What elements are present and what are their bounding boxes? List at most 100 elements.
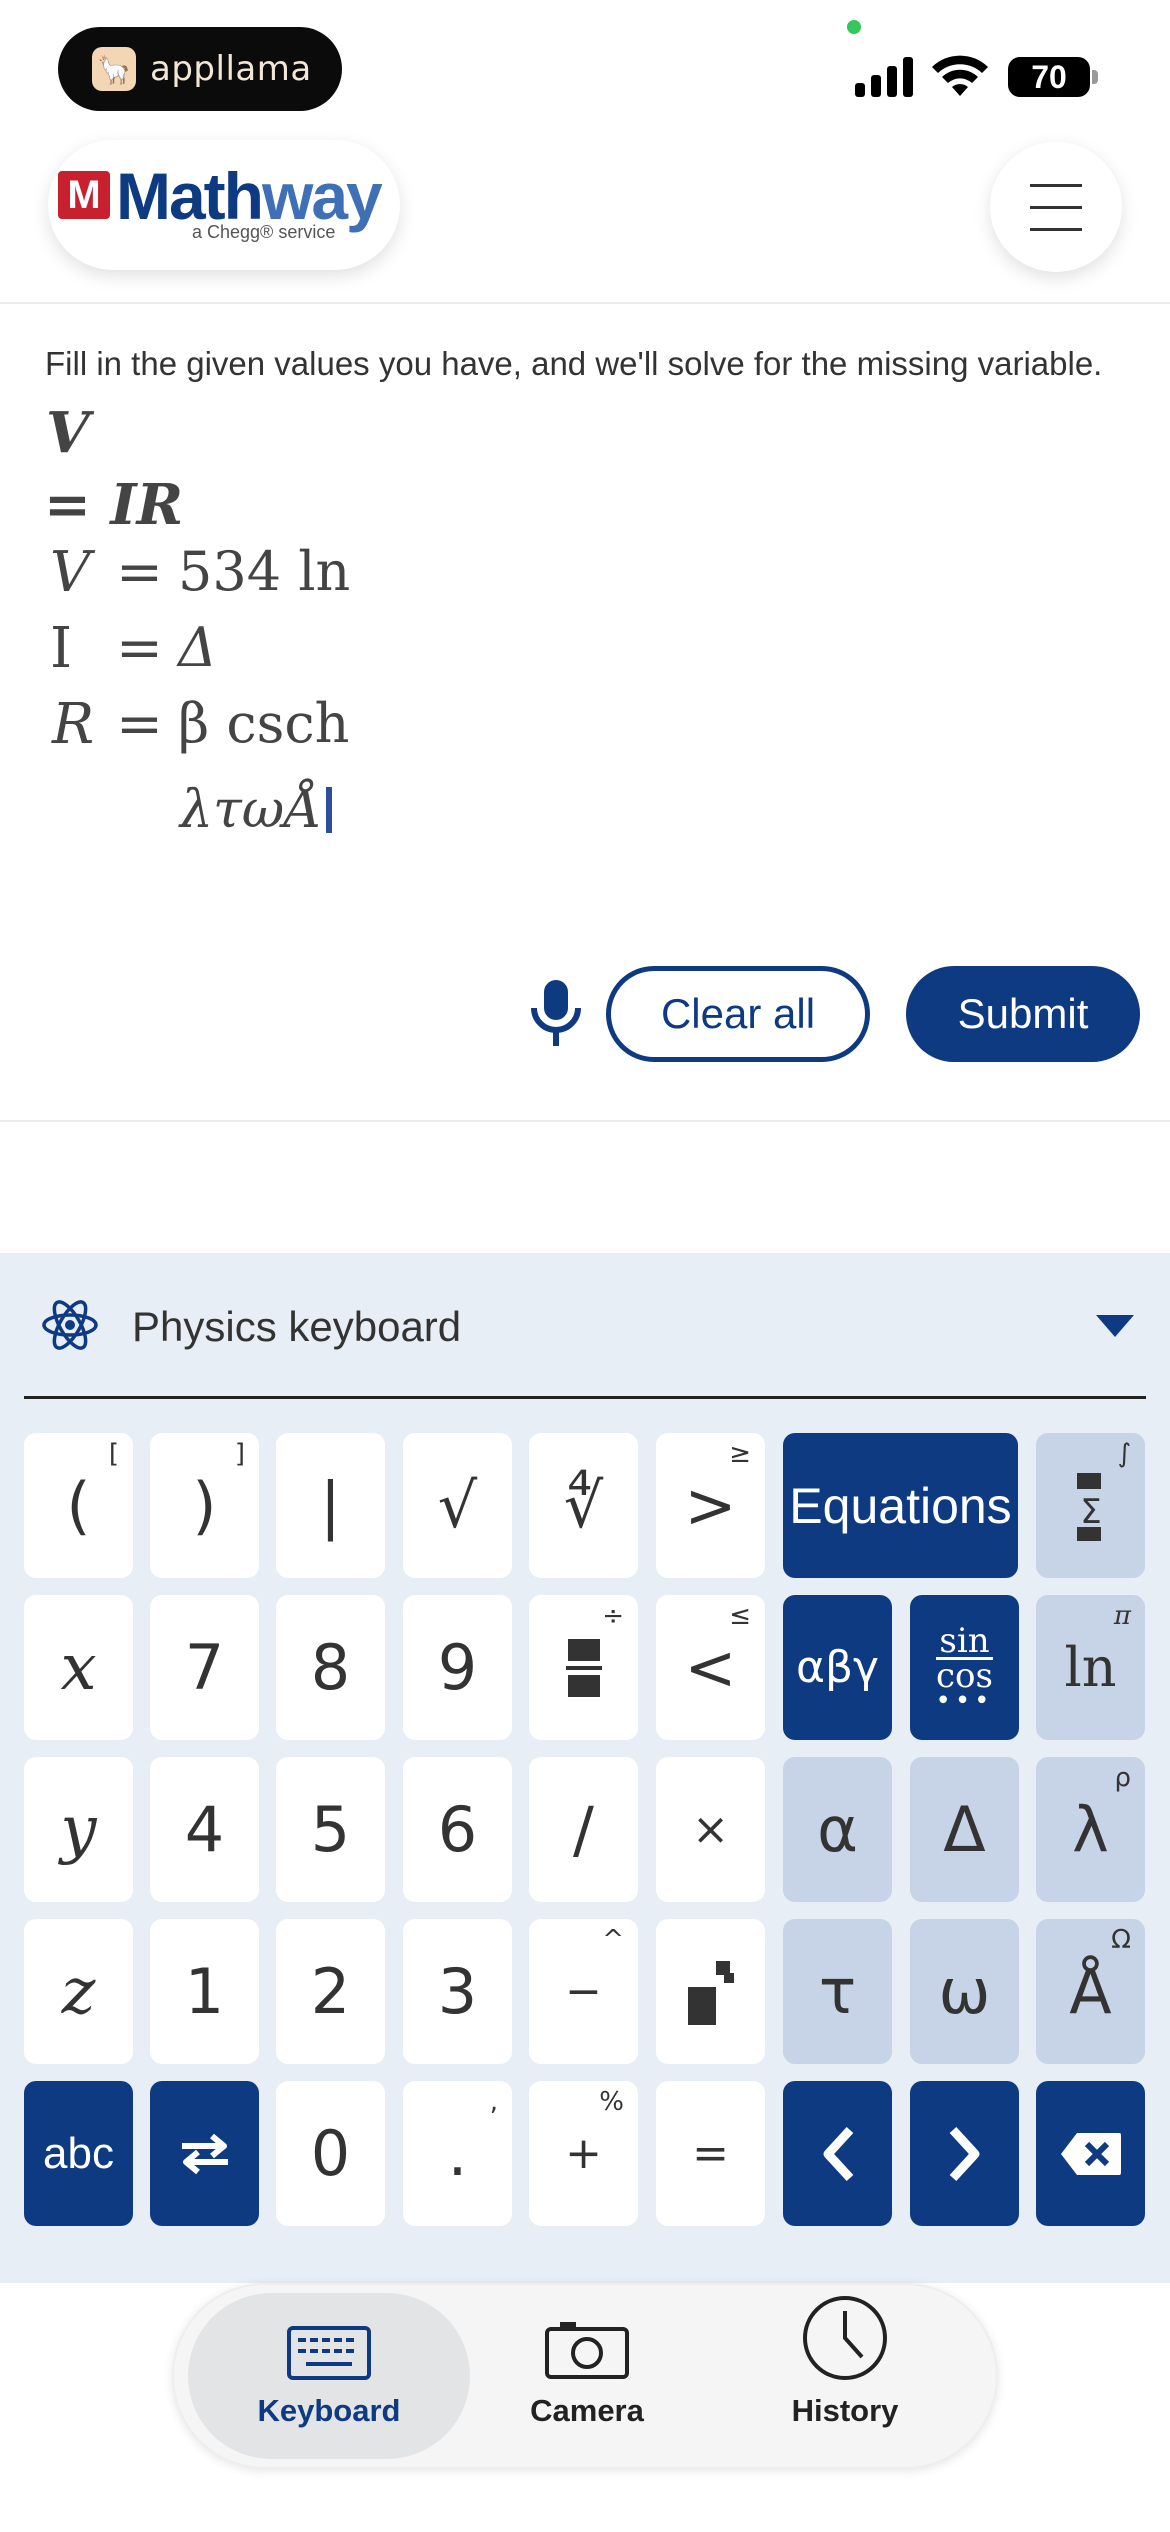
key-backspace[interactable] [1036,2081,1145,2226]
chevron-right-icon [949,2126,979,2181]
key-label: ( [66,1469,91,1542]
key-nth-root[interactable]: ∜ [529,1433,638,1578]
key-left-paren[interactable]: ([ [24,1433,133,1578]
key-right-paren[interactable]: )] [150,1433,259,1578]
microphone-icon[interactable] [528,978,584,1048]
status-bar: 🦙 appllama 70 [0,0,1170,140]
key-label: 9 [437,1631,478,1704]
header-divider [0,302,1170,304]
variable-value[interactable]: 534 ln [178,540,350,603]
nav-keyboard[interactable]: Keyboard [188,2293,470,2459]
key-label: x [60,1630,97,1705]
nav-camera-label: Camera [530,2393,644,2428]
key-label: 0 [310,2117,351,2190]
key-label: > [684,1469,737,1542]
key-omega[interactable]: ω [910,1919,1019,2064]
key-label: λ [1072,1793,1109,1866]
hamburger-menu-button[interactable] [990,142,1122,272]
key-absolute-value[interactable]: | [276,1433,385,1578]
key-greater-than[interactable]: > ≥ [656,1433,765,1578]
key-lambda[interactable]: λρ [1036,1757,1145,1902]
key-label: . [447,2117,468,2190]
dropdown-caret-icon[interactable] [1096,1315,1134,1337]
instructions-text: Fill in the given values you have, and w… [45,345,1103,382]
key-label: Δ [943,1793,986,1866]
app-pill[interactable]: 🦙 appllama [58,27,342,111]
key-square-root[interactable]: √ [403,1433,512,1578]
key-label: 8 [310,1631,351,1704]
key-delta[interactable]: Δ [910,1757,1019,1902]
svg-text:Σ: Σ [1080,1492,1101,1532]
submit-button[interactable]: Submit [906,966,1140,1062]
clock-icon [803,2296,887,2380]
camera-icon [545,2322,629,2379]
key-label: sin [939,1621,990,1661]
keyboard-selector[interactable]: Physics keyboard [24,1253,1146,1399]
exponent-icon [687,1960,734,2025]
key-greek-letters[interactable]: αβγ [783,1595,892,1740]
key-label: 4 [184,1793,225,1866]
key-3[interactable]: 3 [403,1919,512,2064]
key-6[interactable]: 6 [403,1757,512,1902]
equals-sign: = [116,616,163,681]
key-label: − [565,1966,602,2017]
key-1[interactable]: 1 [150,1919,259,2064]
key-abc[interactable]: abc [24,2081,133,2226]
key-summation[interactable]: Σ ∫ [1036,1433,1145,1578]
key-label: τ [818,1955,857,2028]
key-9[interactable]: 9 [403,1595,512,1740]
key-alt-label: ρ [1114,1763,1131,1793]
key-alt-label: [ [108,1439,119,1469]
key-y[interactable]: y [24,1757,133,1902]
key-alt-label: π [1113,1601,1131,1631]
key-label: 6 [437,1793,478,1866]
key-multiply[interactable]: × [656,1757,765,1902]
key-natural-log[interactable]: ln π [1036,1595,1145,1740]
clear-all-button[interactable]: Clear all [606,966,870,1062]
key-label: ) [192,1469,217,1542]
key-divide[interactable]: / [529,1757,638,1902]
key-x[interactable]: x [24,1595,133,1740]
menu-icon-line [1030,228,1082,231]
key-7[interactable]: 7 [150,1595,259,1740]
variable-label: R [52,692,95,757]
key-z[interactable]: z [24,1919,133,2064]
variable-value[interactable]: Δ [178,616,217,679]
mathway-logo-icon: M [58,171,110,219]
key-4[interactable]: 4 [150,1757,259,1902]
key-equals[interactable]: = [656,2081,765,2226]
key-label: × [692,1804,729,1855]
key-decimal[interactable]: ., [403,2081,512,2226]
variable-value[interactable]: β csch [178,692,349,755]
key-label: αβγ [795,1642,880,1693]
key-swap[interactable] [150,2081,259,2226]
key-alpha[interactable]: α [783,1757,892,1902]
key-less-than[interactable]: < ≤ [656,1595,765,1740]
key-5[interactable]: 5 [276,1757,385,1902]
nav-history-label: History [791,2393,899,2428]
variable-value-continuation[interactable]: λτωÅ [180,780,332,840]
nav-history[interactable]: History [704,2293,986,2459]
key-trig-functions[interactable]: sin cos ••• [910,1595,1019,1740]
key-label: 3 [437,1955,478,2028]
key-alt-label: % [599,2087,624,2117]
key-angstrom[interactable]: ÅΩ [1036,1919,1145,2064]
nav-camera[interactable]: Camera [446,2293,728,2459]
key-minus[interactable]: − ^ [529,1919,638,2064]
key-8[interactable]: 8 [276,1595,385,1740]
key-label: / [573,1793,594,1866]
keyboard-title: Physics keyboard [132,1303,462,1350]
key-2[interactable]: 2 [276,1919,385,2064]
key-label: 5 [310,1793,351,1866]
key-cursor-left[interactable] [783,2081,892,2226]
key-tau[interactable]: τ [783,1919,892,2064]
more-dots-icon: ••• [935,1686,994,1716]
key-fraction[interactable]: ÷ [529,1595,638,1740]
key-equations[interactable]: Equations [783,1433,1018,1578]
key-label: ω [938,1955,991,2028]
key-label: α [817,1793,858,1866]
key-0[interactable]: 0 [276,2081,385,2226]
key-plus[interactable]: +% [529,2081,638,2226]
key-exponent[interactable] [656,1919,765,2064]
key-cursor-right[interactable] [910,2081,1019,2226]
